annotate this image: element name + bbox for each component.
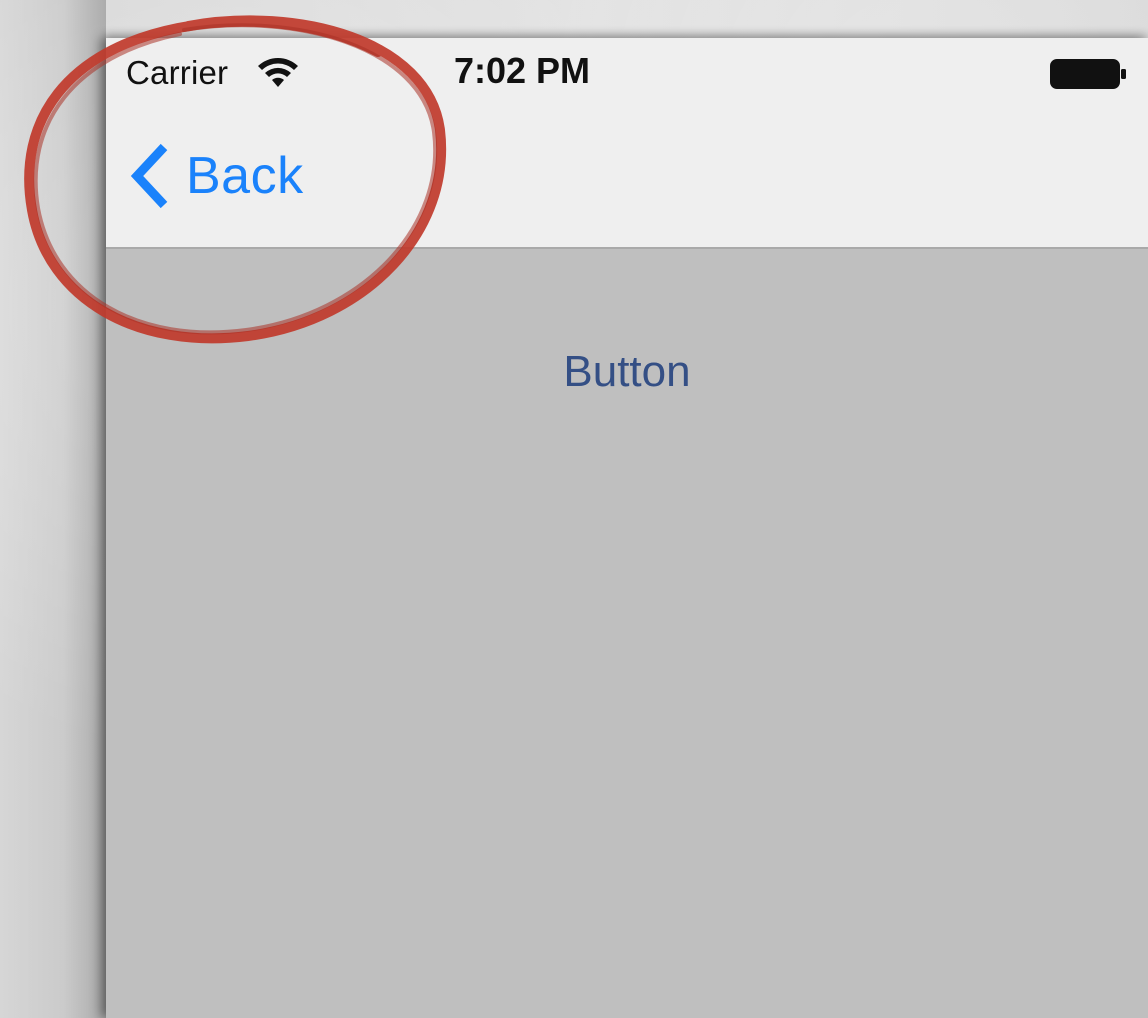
- content-button[interactable]: Button: [106, 347, 1148, 397]
- phone-screen: Carrier 7:02 PM Back Button: [106, 38, 1148, 1018]
- status-time: 7:02 PM: [453, 50, 591, 91]
- back-button[interactable]: Back: [128, 138, 304, 214]
- battery-full-icon: [1050, 59, 1126, 89]
- chevron-left-icon: [130, 143, 168, 209]
- content-button-label: Button: [563, 347, 691, 396]
- backdrop-shadow: [0, 0, 106, 1018]
- content-area: Button: [106, 249, 1148, 1018]
- back-label: Back: [186, 147, 304, 205]
- status-bar: Carrier 7:02 PM: [106, 38, 1148, 108]
- navigation-bar: Back: [106, 108, 1148, 249]
